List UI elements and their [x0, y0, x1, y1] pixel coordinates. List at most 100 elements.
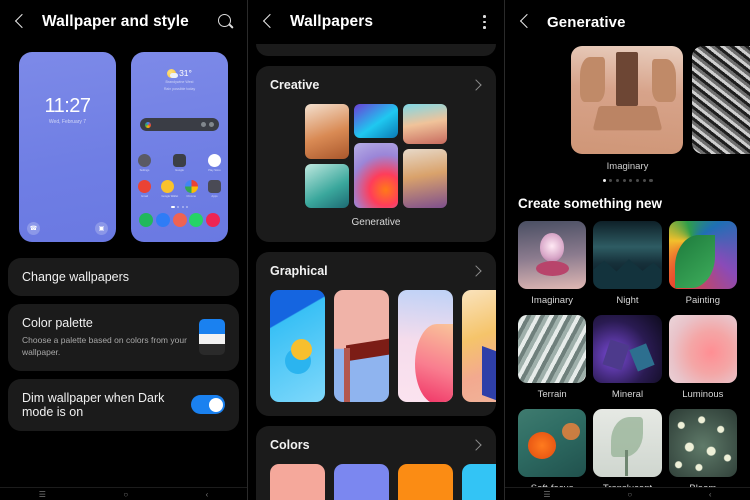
color-swatch-3[interactable] [398, 464, 453, 500]
section-colors-header[interactable]: Colors [256, 438, 496, 452]
color-palette-item[interactable]: Color palette Choose a palette based on … [8, 304, 239, 371]
dim-wallpaper-toggle[interactable] [191, 395, 225, 415]
weather-sun-cloud-icon [167, 68, 179, 78]
camera-icon[interactable] [206, 213, 220, 227]
carousel-item-next[interactable] [692, 46, 750, 154]
color-swatch-4[interactable] [462, 464, 496, 500]
style-cell-soft-focus[interactable]: Soft-focus [518, 409, 587, 494]
carousel-dot[interactable] [622, 179, 626, 183]
camera-icon[interactable]: ▣ [95, 222, 108, 235]
carousel-dot[interactable] [615, 179, 620, 183]
change-wallpapers-item[interactable]: Change wallpapers [8, 258, 239, 296]
graphical-wallpaper-4[interactable] [462, 290, 496, 402]
carousel-dot[interactable] [649, 179, 653, 183]
graphical-wallpaper-3[interactable] [398, 290, 453, 402]
graphical-wallpaper-1[interactable] [270, 290, 325, 402]
style-cell-terrain[interactable]: Terrain [518, 315, 587, 400]
back-arrow-icon[interactable] [517, 13, 535, 31]
carousel-dot[interactable] [629, 179, 633, 183]
chevron-right-icon[interactable] [470, 439, 482, 451]
chevron-right-icon[interactable] [470, 265, 482, 277]
dim-wallpaper-item[interactable]: Dim wallpaper when Dark mode is on [8, 378, 239, 431]
creative-collage[interactable] [305, 104, 447, 208]
collage-column-3 [403, 104, 447, 208]
carousel-dot[interactable] [642, 179, 646, 183]
back-icon[interactable]: ‹ [206, 490, 209, 499]
swatch-blue [199, 319, 225, 334]
app-grid: Settings Google Play Store Gmail Google … [138, 154, 221, 227]
section-graphical: Graphical [256, 252, 496, 416]
color-swatch-2[interactable] [334, 464, 389, 500]
app-icon-wallet[interactable]: Google Wallet [161, 180, 179, 198]
recents-icon[interactable]: ☰ [543, 490, 550, 499]
settings-icon [138, 154, 151, 167]
graphical-wallpaper-2[interactable] [334, 290, 389, 402]
search-icon[interactable] [217, 13, 235, 31]
color-palette-text: Color palette Choose a palette based on … [22, 316, 189, 359]
more-options-icon[interactable] [476, 13, 492, 31]
color-swatch-1[interactable] [270, 464, 325, 500]
color-palette-swatch[interactable] [199, 319, 225, 356]
style-thumb [593, 221, 662, 290]
phone-icon[interactable]: ☎ [27, 222, 40, 235]
home-page-indicator [138, 206, 221, 208]
style-label: Imaginary [531, 295, 574, 307]
back-arrow-icon[interactable] [260, 13, 278, 31]
carousel-dot[interactable] [609, 179, 613, 183]
gmail-icon [138, 180, 151, 193]
style-thumb [593, 315, 662, 384]
carousel-item-imaginary[interactable] [571, 46, 683, 154]
weather-row: 31° [131, 68, 228, 78]
recents-icon[interactable]: ☰ [39, 490, 46, 499]
wallpaper-previews: 11:27 Wed, February 7 ☎ ▣ 31° Brandywine… [0, 52, 247, 242]
panel2-header: Wallpapers [248, 0, 504, 44]
back-icon[interactable]: ‹ [709, 490, 712, 499]
colors-strip [256, 464, 496, 500]
lock-time: 11:27 [44, 95, 91, 117]
page-dot [181, 206, 184, 208]
whatsapp-icon[interactable] [189, 213, 204, 227]
messages-icon[interactable] [155, 213, 170, 227]
style-cell-night[interactable]: Night [593, 221, 662, 306]
contacts-icon[interactable] [172, 213, 187, 227]
app-label: Settings [139, 169, 150, 172]
lock-screen-preview[interactable]: 11:27 Wed, February 7 ☎ ▣ [19, 52, 116, 242]
color-palette-description: Choose a palette based on colors from yo… [22, 335, 187, 358]
chevron-right-icon[interactable] [470, 79, 482, 91]
style-cell-translucent[interactable]: Translucent [593, 409, 662, 494]
google-search-bar[interactable] [140, 118, 219, 131]
style-cell-luminous[interactable]: Luminous [668, 315, 737, 400]
app-label: Google Wallet [161, 195, 179, 198]
section-creative-header[interactable]: Creative [256, 78, 496, 92]
home-icon[interactable]: ○ [627, 490, 632, 499]
back-arrow-icon[interactable] [12, 13, 30, 31]
lock-date: Wed, February 7 [48, 119, 87, 125]
generative-carousel[interactable] [505, 46, 750, 154]
app-icon-gmail[interactable]: Gmail [138, 180, 151, 198]
lock-clock: 11:27 Wed, February 7 [19, 96, 116, 125]
carousel-dot[interactable] [602, 179, 606, 183]
microphone-icon[interactable] [201, 122, 206, 127]
app-icon-chrome[interactable]: Chrome [184, 180, 198, 198]
style-thumb [518, 409, 587, 478]
style-cell-imaginary[interactable]: Imaginary [518, 221, 587, 307]
style-cell-painting[interactable]: Painting [668, 221, 737, 306]
app-icon-apps-folder[interactable]: Apps [207, 180, 221, 198]
page-title: Generative [547, 13, 626, 31]
app-icon-play-store[interactable]: Play Store [208, 154, 221, 172]
lens-icon[interactable] [209, 122, 214, 127]
page-title: Wallpaper and style [42, 13, 189, 30]
home-screen-preview[interactable]: 31° Brandywine West Rain possible today [131, 52, 228, 242]
app-icon-settings[interactable]: Settings [138, 154, 151, 172]
style-cell-mineral[interactable]: Mineral [593, 315, 662, 400]
carousel-dot[interactable] [635, 179, 640, 183]
home-icon[interactable]: ○ [123, 490, 128, 499]
app-icon-google-folder[interactable]: Google [173, 154, 186, 172]
style-cell-bloom[interactable]: Bloom [668, 409, 737, 494]
folder-icon [173, 154, 186, 167]
page-dot [186, 206, 189, 208]
dim-wallpaper-row: Dim wallpaper when Dark mode is on [22, 391, 225, 419]
phone-icon[interactable] [139, 213, 153, 227]
page-dot [170, 206, 175, 208]
section-graphical-header[interactable]: Graphical [256, 264, 496, 278]
